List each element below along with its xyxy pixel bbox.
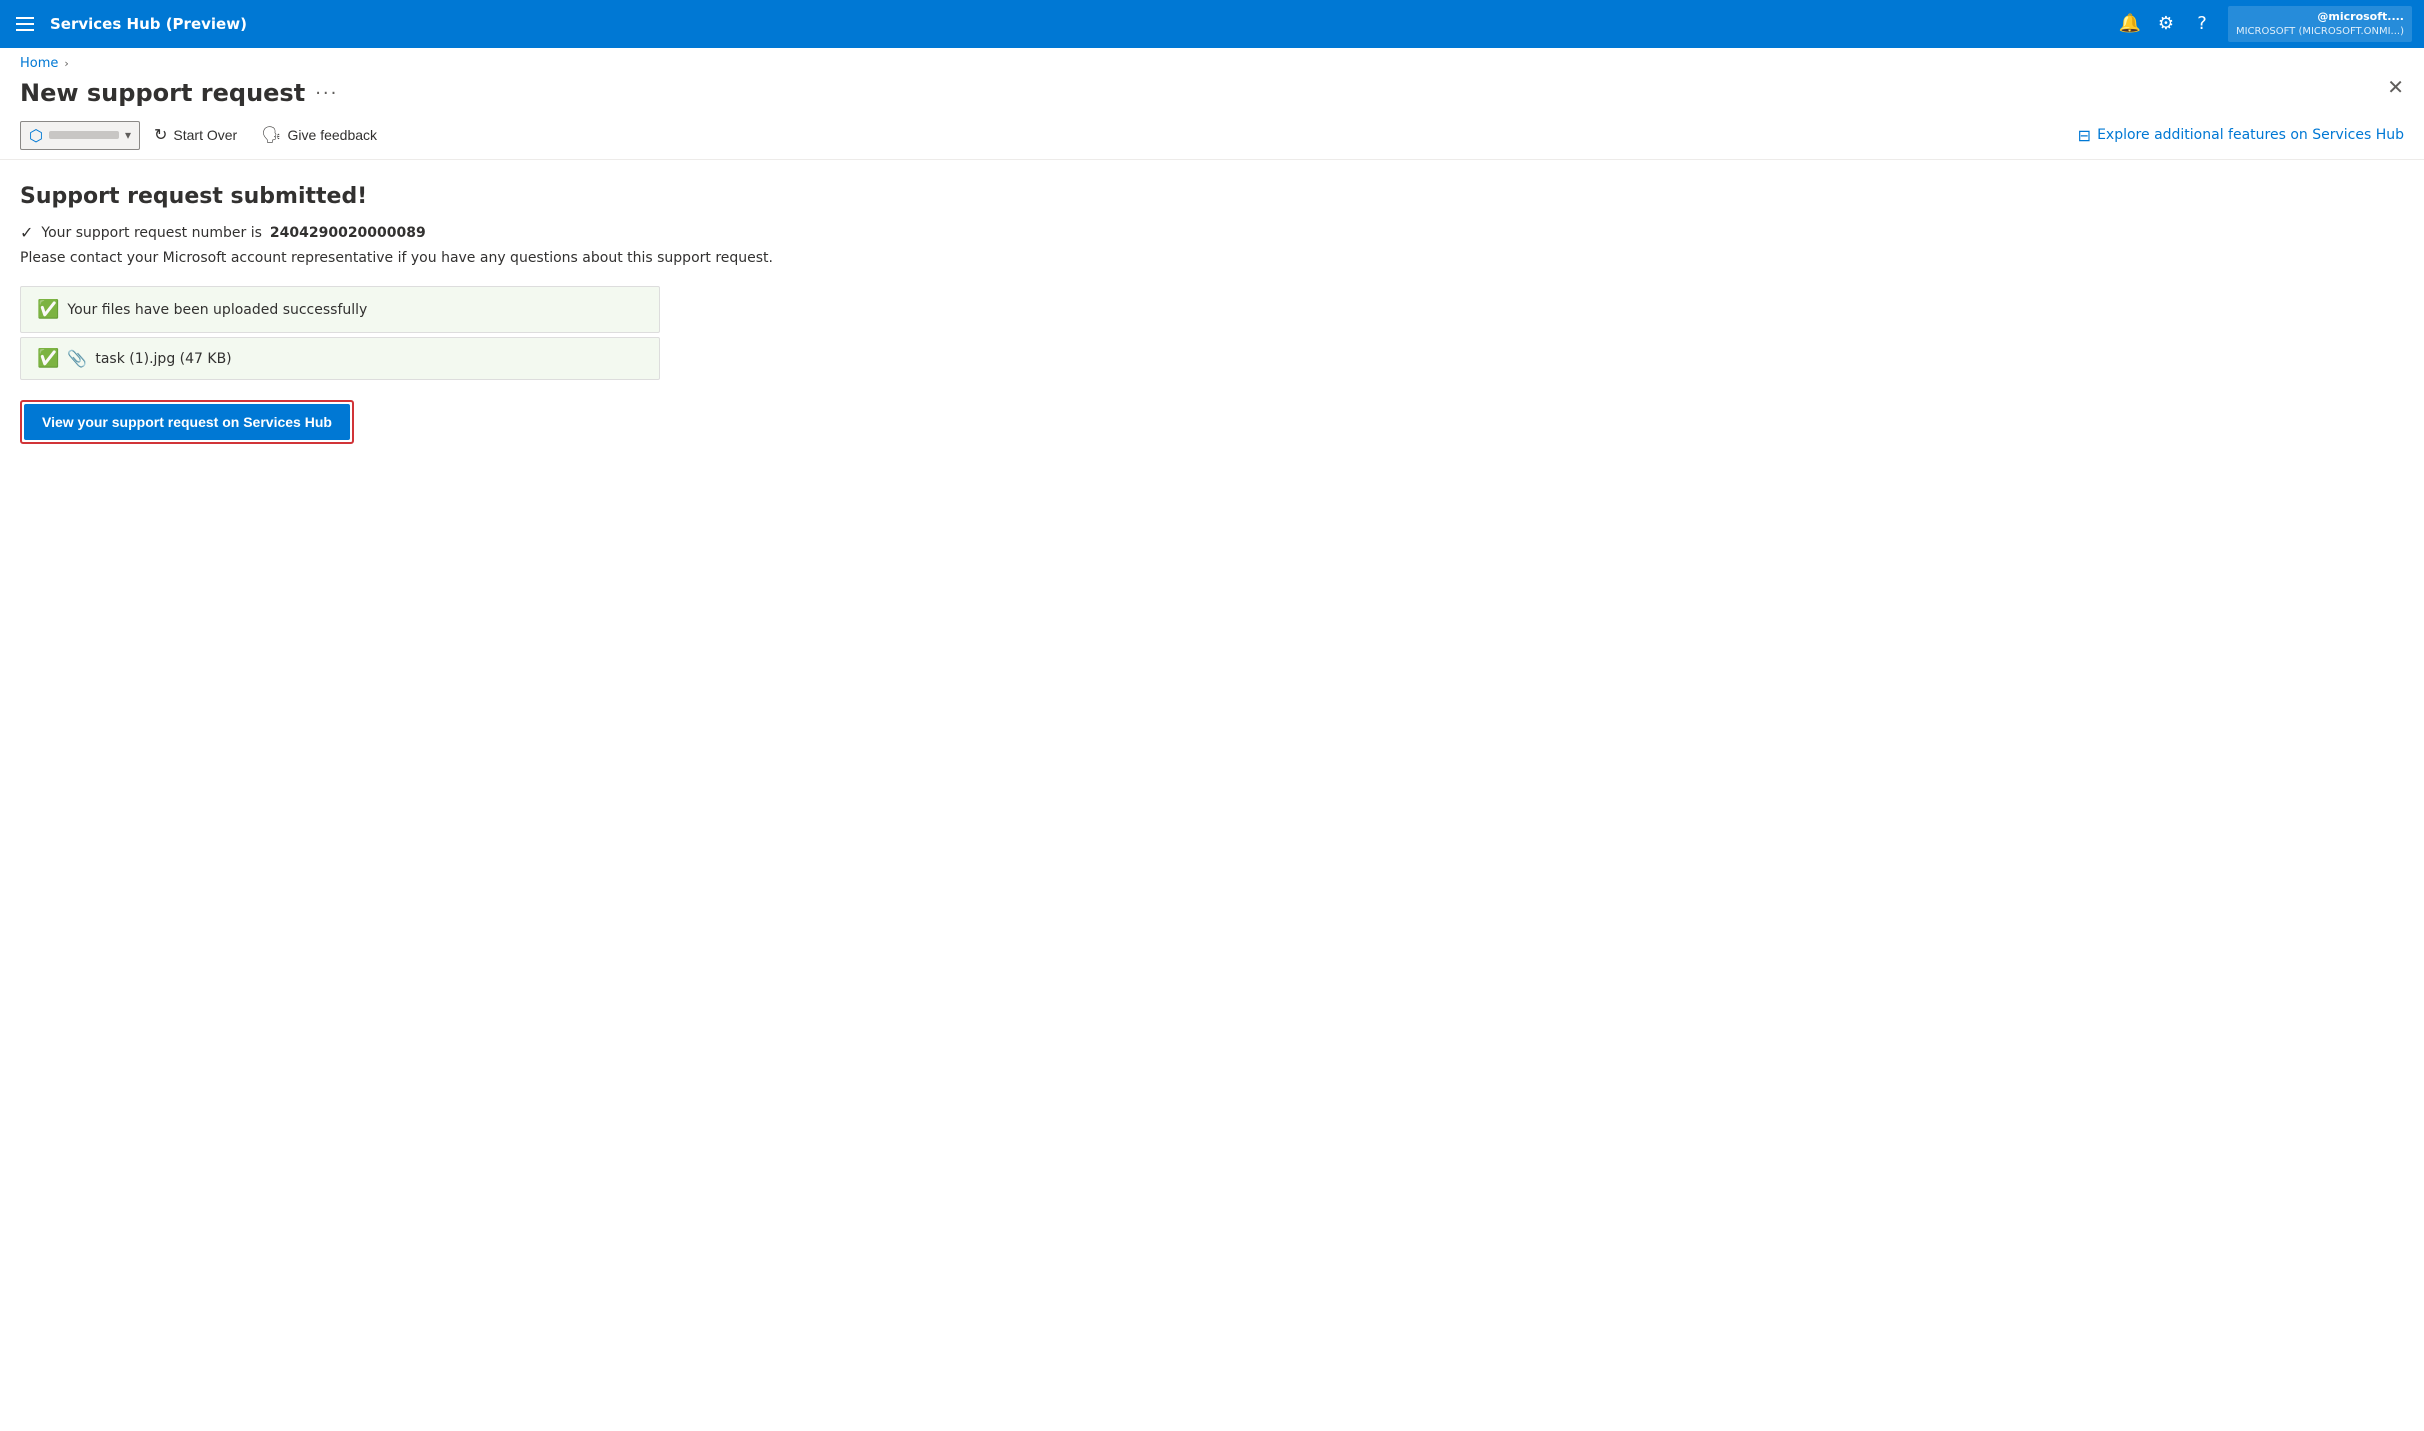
explore-services-hub[interactable]: ⊟ Explore additional features on Service… <box>2078 126 2404 145</box>
request-number: 2404290020000089 <box>270 225 426 241</box>
breadcrumb-home[interactable]: Home <box>20 56 58 71</box>
confirm-row: ✓ Your support request number is 2404290… <box>20 223 2404 242</box>
user-tenant: MICROSOFT (MICROSOFT.ONMI...) <box>2236 25 2404 38</box>
help-icon[interactable]: ? <box>2192 14 2212 34</box>
main-content: Support request submitted! ✓ Your suppor… <box>0 160 2424 468</box>
app-title: Services Hub (Preview) <box>50 15 2108 33</box>
start-over-label: Start Over <box>173 127 237 143</box>
give-feedback-button[interactable]: 🗣 Give feedback <box>251 119 387 151</box>
user-email: @microsoft.... <box>2317 10 2404 24</box>
refresh-icon: ↻ <box>154 125 167 145</box>
start-over-button[interactable]: ↻ Start Over <box>144 119 247 151</box>
give-feedback-label: Give feedback <box>288 127 378 143</box>
toolbar: ⬡ ▾ ↻ Start Over 🗣 Give feedback ⊟ Explo… <box>0 107 2424 160</box>
upload-check-icon: ✅ <box>37 299 59 320</box>
selector-icon: ⬡ <box>29 126 43 145</box>
breadcrumb-separator: › <box>64 57 68 70</box>
breadcrumb: Home › <box>0 48 2424 75</box>
selector-bar <box>49 131 119 139</box>
notification-icon[interactable]: 🔔 <box>2120 14 2140 34</box>
hamburger-menu[interactable] <box>12 13 38 35</box>
explore-icon: ⊟ <box>2078 126 2091 145</box>
view-support-request-button[interactable]: View your support request on Services Hu… <box>24 404 350 440</box>
toolbar-left: ⬡ ▾ ↻ Start Over 🗣 Give feedback <box>20 119 2078 151</box>
file-name: task (1).jpg (47 KB) <box>95 351 231 367</box>
page-header: New support request ··· ✕ <box>0 75 2424 107</box>
explore-label: Explore additional features on Services … <box>2097 127 2404 143</box>
topbar: Services Hub (Preview) 🔔 ⚙ ? @microsoft.… <box>0 0 2424 48</box>
page-title: New support request <box>20 79 305 107</box>
cta-button-wrapper: View your support request on Services Hu… <box>20 400 354 444</box>
success-heading: Support request submitted! <box>20 184 2404 209</box>
attachment-icon: 📎 <box>67 349 87 368</box>
file-check-icon: ✅ <box>37 348 59 369</box>
file-box: ✅ 📎 task (1).jpg (47 KB) <box>20 337 660 380</box>
upload-success-row: ✅ Your files have been uploaded successf… <box>37 299 643 320</box>
topbar-icons: 🔔 ⚙ ? @microsoft.... MICROSOFT (MICROSOF… <box>2120 6 2412 41</box>
settings-icon[interactable]: ⚙ <box>2156 14 2176 34</box>
user-account[interactable]: @microsoft.... MICROSOFT (MICROSOFT.ONMI… <box>2228 6 2412 41</box>
subscription-selector[interactable]: ⬡ ▾ <box>20 121 140 150</box>
contact-note: Please contact your Microsoft account re… <box>20 250 2404 266</box>
upload-success-box: ✅ Your files have been uploaded successf… <box>20 286 660 333</box>
chevron-down-icon: ▾ <box>125 128 131 142</box>
upload-success-label: Your files have been uploaded successful… <box>67 302 367 318</box>
checkmark-icon: ✓ <box>20 223 33 242</box>
file-row: ✅ 📎 task (1).jpg (47 KB) <box>37 348 643 369</box>
feedback-icon: 🗣 <box>261 125 281 145</box>
close-button[interactable]: ✕ <box>2387 75 2404 99</box>
more-options[interactable]: ··· <box>315 83 338 104</box>
confirm-prefix: Your support request number is <box>41 225 261 241</box>
